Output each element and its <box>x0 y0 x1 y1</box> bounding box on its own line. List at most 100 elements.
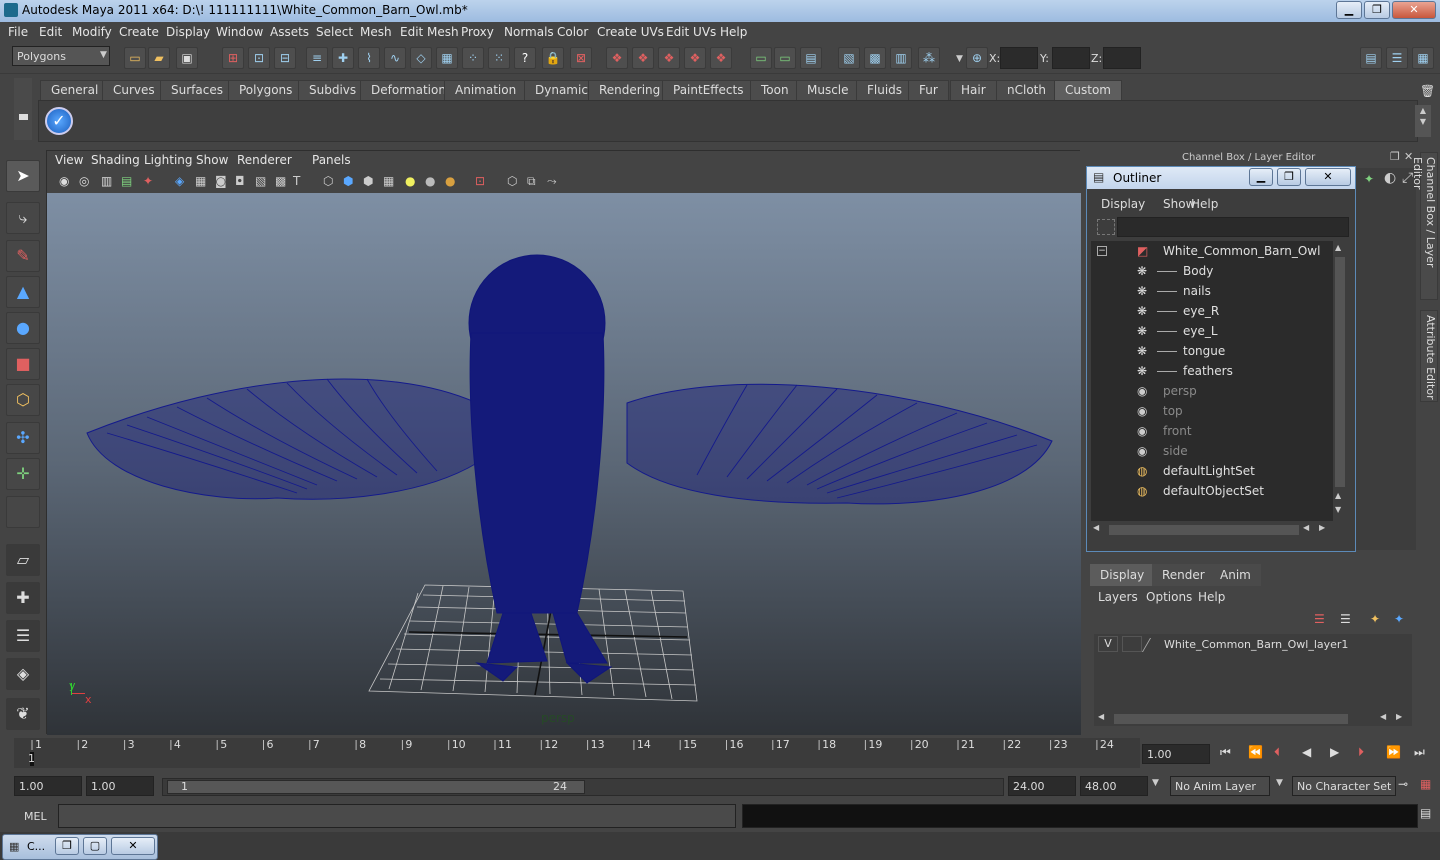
universal-manipulator-icon[interactable]: ⬡ <box>6 384 40 416</box>
open-scene-icon[interactable]: ▰ <box>148 47 170 69</box>
end-time-field[interactable]: 48.00 <box>1080 776 1148 796</box>
tab-attribute-editor[interactable]: Attribute Editor <box>1420 310 1438 402</box>
viewport-menu-shading[interactable]: Shading <box>91 153 140 167</box>
step-forward-frame-icon[interactable]: ⏵ <box>1358 745 1364 760</box>
channel-box-toggle-icon[interactable]: ▦ <box>1412 47 1434 69</box>
outliner-hscroll[interactable]: ◀ ◀ ▶ <box>1091 523 1333 537</box>
menu-window[interactable]: Window <box>216 25 263 39</box>
outliner-close-button[interactable]: ✕ <box>1305 168 1351 186</box>
menu-color[interactable]: Color <box>557 25 588 39</box>
sculpt-icon[interactable]: ▥ <box>890 47 912 69</box>
lock-icon[interactable]: 🔒 <box>542 47 564 69</box>
layer-tab-anim[interactable]: Anim <box>1210 564 1261 586</box>
render-view-icon[interactable]: ❖ <box>606 47 628 69</box>
layer-visibility-toggle[interactable]: V <box>1098 636 1118 652</box>
go-to-start-icon[interactable]: ⏮ <box>1220 745 1231 760</box>
menu-help[interactable]: Help <box>720 25 747 39</box>
shelf-tab-polygons[interactable]: Polygons <box>228 80 304 100</box>
layer-tab-render[interactable]: Render <box>1152 564 1215 586</box>
outliner-item[interactable]: ◉ side <box>1091 441 1331 461</box>
outliner-item[interactable]: ◉ top <box>1091 401 1331 421</box>
move-layer-up-icon[interactable]: ☰ <box>1314 612 1325 626</box>
minimized-window[interactable]: ▦ C... ❐ ▢ ✕ <box>2 834 158 860</box>
lasso-tool-icon[interactable]: ⤷ <box>6 202 40 234</box>
minimize-button[interactable]: ▁ <box>1336 1 1362 19</box>
outliner-item[interactable]: ❋ tongue <box>1091 341 1331 361</box>
resolution-gate-icon[interactable]: ⤳ <box>547 174 557 189</box>
snap-view-plane-icon[interactable]: ◇ <box>410 47 432 69</box>
layer-display-type-toggle[interactable] <box>1122 636 1142 652</box>
ipr-render-icon[interactable]: ❖ <box>658 47 680 69</box>
graph-layout-icon[interactable]: ◈ <box>6 658 40 690</box>
last-tool-icon[interactable] <box>6 496 40 528</box>
new-scene-icon[interactable]: ▭ <box>124 47 146 69</box>
snap-grid-icon[interactable]: ✚ <box>332 47 354 69</box>
shelf-tab-animation[interactable]: Animation <box>444 80 528 100</box>
select-hierarchy-icon[interactable]: ⊞ <box>222 47 244 69</box>
outliner-item[interactable]: ◍ defaultLightSet <box>1091 461 1331 481</box>
shelf-tab-fluids[interactable]: Fluids <box>856 80 914 100</box>
rotate-tool-icon[interactable]: ● <box>6 312 40 344</box>
outliner-item[interactable]: ❋ feathers <box>1091 361 1331 381</box>
playback-start-field[interactable]: 1.00 <box>86 776 154 796</box>
z-coordinate-field[interactable] <box>1103 47 1141 69</box>
character-set-dropdown[interactable]: No Character Set <box>1292 776 1396 796</box>
input-ops-icon[interactable]: ⁙ <box>488 47 510 69</box>
outliner-item[interactable]: ◉ front <box>1091 421 1331 441</box>
layer-color-swatch[interactable] <box>1141 638 1165 652</box>
command-language-label[interactable]: MEL <box>24 810 47 823</box>
layer-menu-options[interactable]: Options <box>1146 590 1192 604</box>
custom-shelf-icon[interactable]: ✓ <box>45 107 73 135</box>
menu-select[interactable]: Select <box>316 25 353 39</box>
collapse-icon[interactable]: − <box>1097 246 1107 256</box>
filter-icon[interactable] <box>1097 219 1115 235</box>
bookmarks-icon[interactable]: ▥ <box>101 174 112 188</box>
start-time-field[interactable]: 1.00 <box>14 776 82 796</box>
shelf-tab-curves[interactable]: Curves <box>102 80 166 100</box>
range-slider-track[interactable]: 1 24 <box>162 778 1004 796</box>
viewport-menu-lighting[interactable]: Lighting <box>144 153 193 167</box>
outliner-minimize-button[interactable]: ▁ <box>1249 168 1273 186</box>
current-time-field[interactable]: 1.00 <box>1142 744 1210 764</box>
layer-menu-help[interactable]: Help <box>1198 590 1225 604</box>
outliner-search-input[interactable] <box>1117 217 1349 237</box>
outliner-item[interactable]: − ◩ White_Common_Barn_Owl <box>1091 241 1331 261</box>
key-connect-icon[interactable]: ⊸ <box>1398 777 1408 791</box>
menu-set-dropdown[interactable]: Polygons <box>12 46 110 66</box>
outliner-item[interactable]: ❋ nails <box>1091 281 1331 301</box>
manipulator-icon[interactable]: ◐ <box>1384 170 1396 186</box>
scripting-icon[interactable]: ⁂ <box>918 47 940 69</box>
viewport-menu-view[interactable]: View <box>55 153 83 167</box>
menu-modify[interactable]: Modify <box>72 25 112 39</box>
y-coordinate-field[interactable] <box>1052 47 1090 69</box>
menu-proxy[interactable]: Proxy <box>461 25 494 39</box>
smooth-shade-icon[interactable]: ▦ <box>195 174 206 188</box>
menu-create-uvs[interactable]: Create UVs <box>597 25 664 39</box>
layer-name[interactable]: White_Common_Barn_Owl_layer1 <box>1164 638 1348 651</box>
text-display-icon[interactable]: T <box>293 174 300 188</box>
snap-filter-icon[interactable]: ≡ <box>306 47 328 69</box>
menu-create[interactable]: Create <box>119 25 159 39</box>
shelf-tab-hair[interactable]: Hair <box>950 80 997 100</box>
time-slider[interactable]: 1 2 3 4 5 6 7 8 9 10 11 12 13 14 15 16 17 18 19 20 21 22 23 24 … <box>14 738 1140 768</box>
menu-edit-uvs[interactable]: Edit UVs <box>666 25 716 39</box>
go-to-end-icon[interactable]: ⏭ <box>1414 745 1425 760</box>
relative-transform-icon[interactable]: ⊕ <box>966 47 988 69</box>
layer-hscroll[interactable]: ◀ ◀ ▶ <box>1094 712 1412 726</box>
command-input[interactable] <box>58 804 736 828</box>
save-scene-icon[interactable]: ▣ <box>176 47 198 69</box>
menu-mesh[interactable]: Mesh <box>360 25 392 39</box>
shelf-tab-muscle[interactable]: Muscle <box>796 80 860 100</box>
play-backwards-icon[interactable]: ◀ <box>1302 745 1311 759</box>
step-back-key-icon[interactable]: ⏪ <box>1248 745 1263 759</box>
bounding-box-icon[interactable]: ◘ <box>235 174 245 188</box>
polygon-count-icon[interactable]: ▩ <box>864 47 886 69</box>
transform-input-icon[interactable]: ▭ <box>750 47 772 69</box>
soft-mod-icon[interactable]: ✣ <box>6 422 40 454</box>
snapshot-icon[interactable]: ▧ <box>838 47 860 69</box>
xray-icon[interactable]: ⬢ <box>343 174 353 188</box>
outliner-layout-icon[interactable]: ☰ <box>6 620 40 652</box>
film-gate-icon[interactable]: ⧉ <box>527 174 536 189</box>
flat-shade-icon[interactable]: ◙ <box>215 174 227 188</box>
shelf-tab-deformation[interactable]: Deformation <box>360 80 457 100</box>
